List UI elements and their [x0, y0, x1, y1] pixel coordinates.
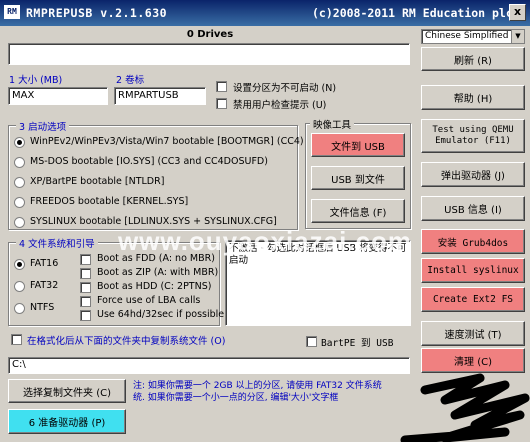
drive-list[interactable] — [8, 43, 410, 65]
disable-prompts-label: 禁用用户检查提示 (U) — [233, 100, 327, 111]
non-bootable-label: 设置分区为不可启动 (N) — [233, 83, 337, 94]
usb-to-file-button[interactable]: USB 到文件 — [311, 166, 405, 190]
boot-option-label: WinPEv2/WinPEv3/Vista/Win7 bootable [BOO… — [30, 136, 304, 147]
usb-info-button[interactable]: USB 信息 (I) — [421, 196, 525, 221]
boot-zip-label: Boot as ZIP (A: with MBR) — [97, 267, 219, 278]
boot-option-radio[interactable] — [14, 157, 25, 168]
boot-option-label: MS-DOS bootable [IO.SYS] (CC3 and CC4DOS… — [30, 156, 268, 167]
fat32-label: FAT32 — [30, 280, 59, 291]
boot-option-radio[interactable] — [14, 137, 25, 148]
use-64hd-checkbox[interactable] — [80, 310, 91, 321]
boot-hdd-label: Boot as HDD (C: 2PTNS) — [97, 281, 212, 292]
copy-files-label: 在格式化后从下面的文件夹中复制系统文件 (O) — [27, 336, 226, 347]
fat16-radio[interactable] — [14, 259, 25, 270]
watermark-text: www.ouyaoxiazai.com — [117, 226, 412, 256]
scribble-overlay — [400, 373, 530, 442]
drives-header: 0 Drives — [186, 29, 234, 40]
qemu-test-button[interactable]: Test using QEMU Emulator (F11) — [421, 119, 525, 153]
title-bar: RM RMPREPUSB v.2.1.630 (c)2008-2011 RM E… — [0, 0, 530, 26]
ntfs-radio[interactable] — [14, 303, 25, 314]
boot-option-label: XP/BartPE bootable [NTLDR] — [30, 176, 165, 187]
close-icon: x — [513, 5, 522, 18]
language-value: Chinese Simplified — [425, 31, 509, 41]
use-64hd-label: Use 64hd/32sec if possible — [97, 309, 225, 320]
volume-input[interactable]: RMPARTUSB — [114, 87, 206, 105]
chevron-down-icon[interactable]: ▼ — [511, 30, 524, 43]
choose-folder-button[interactable]: 选择复制文件夹 (C) — [8, 379, 126, 403]
speed-test-button[interactable]: 速度测试 (T) — [421, 321, 525, 346]
qemu-line-2: Emulator (F11) — [435, 136, 511, 146]
fat32-radio[interactable] — [14, 281, 25, 292]
boot-zip-checkbox[interactable] — [80, 268, 91, 279]
image-tools-title: 映像工具 — [310, 117, 355, 131]
boot-option-radio[interactable] — [14, 197, 25, 208]
file-info-button[interactable]: 文件信息 (F) — [311, 199, 405, 223]
qemu-line-1: Test using QEMU — [432, 125, 514, 135]
bartpe-checkbox[interactable] — [306, 336, 317, 347]
ntfs-label: NTFS — [30, 302, 55, 313]
file-to-usb-button[interactable]: 文件到 USB — [311, 133, 405, 157]
size-input[interactable]: MAX — [8, 87, 108, 105]
install-syslinux-button[interactable]: Install syslinux — [421, 258, 525, 283]
bartpe-label: BartPE 到 USB — [321, 338, 394, 349]
boot-hdd-checkbox[interactable] — [80, 282, 91, 293]
non-bootable-checkbox[interactable] — [216, 81, 227, 92]
close-button[interactable]: x — [509, 4, 526, 21]
create-ext2-button[interactable]: Create Ext2 FS — [421, 287, 525, 312]
help-button[interactable]: 帮助 (H) — [421, 85, 525, 110]
boot-option-radio[interactable] — [14, 177, 25, 188]
boot-options-title: 3 启动选项 — [16, 119, 70, 133]
prepare-drive-button[interactable]: 6 准备驱动器 (P) — [8, 409, 126, 434]
fat16-label: FAT16 — [30, 258, 59, 269]
language-select[interactable]: Chinese Simplified ▼ — [421, 29, 525, 44]
eject-drive-button[interactable]: 弹出驱动器 (J) — [421, 162, 525, 187]
disable-prompts-checkbox[interactable] — [216, 98, 227, 109]
force-lba-checkbox[interactable] — [80, 296, 91, 307]
boot-option-label: FREEDOS bootable [KERNEL.SYS] — [30, 196, 189, 207]
path-input[interactable]: C:\ — [8, 357, 410, 374]
refresh-button[interactable]: 刷新 (R) — [421, 47, 525, 71]
app-icon: RM — [4, 5, 20, 19]
copy-files-checkbox[interactable] — [11, 334, 22, 345]
volume-label: 2 卷标 — [116, 75, 145, 86]
size-label: 1 大小 (MB) — [9, 75, 63, 86]
note-line-2: 统. 如果你需要一个小一点的分区, 编辑'大小'文字框 — [133, 393, 339, 403]
copyright-text: (c)2008-2011 RM Education plc — [312, 6, 513, 20]
app-title: RMPREPUSB v.2.1.630 — [26, 6, 168, 20]
force-lba-label: Force use of LBA calls — [97, 295, 201, 306]
